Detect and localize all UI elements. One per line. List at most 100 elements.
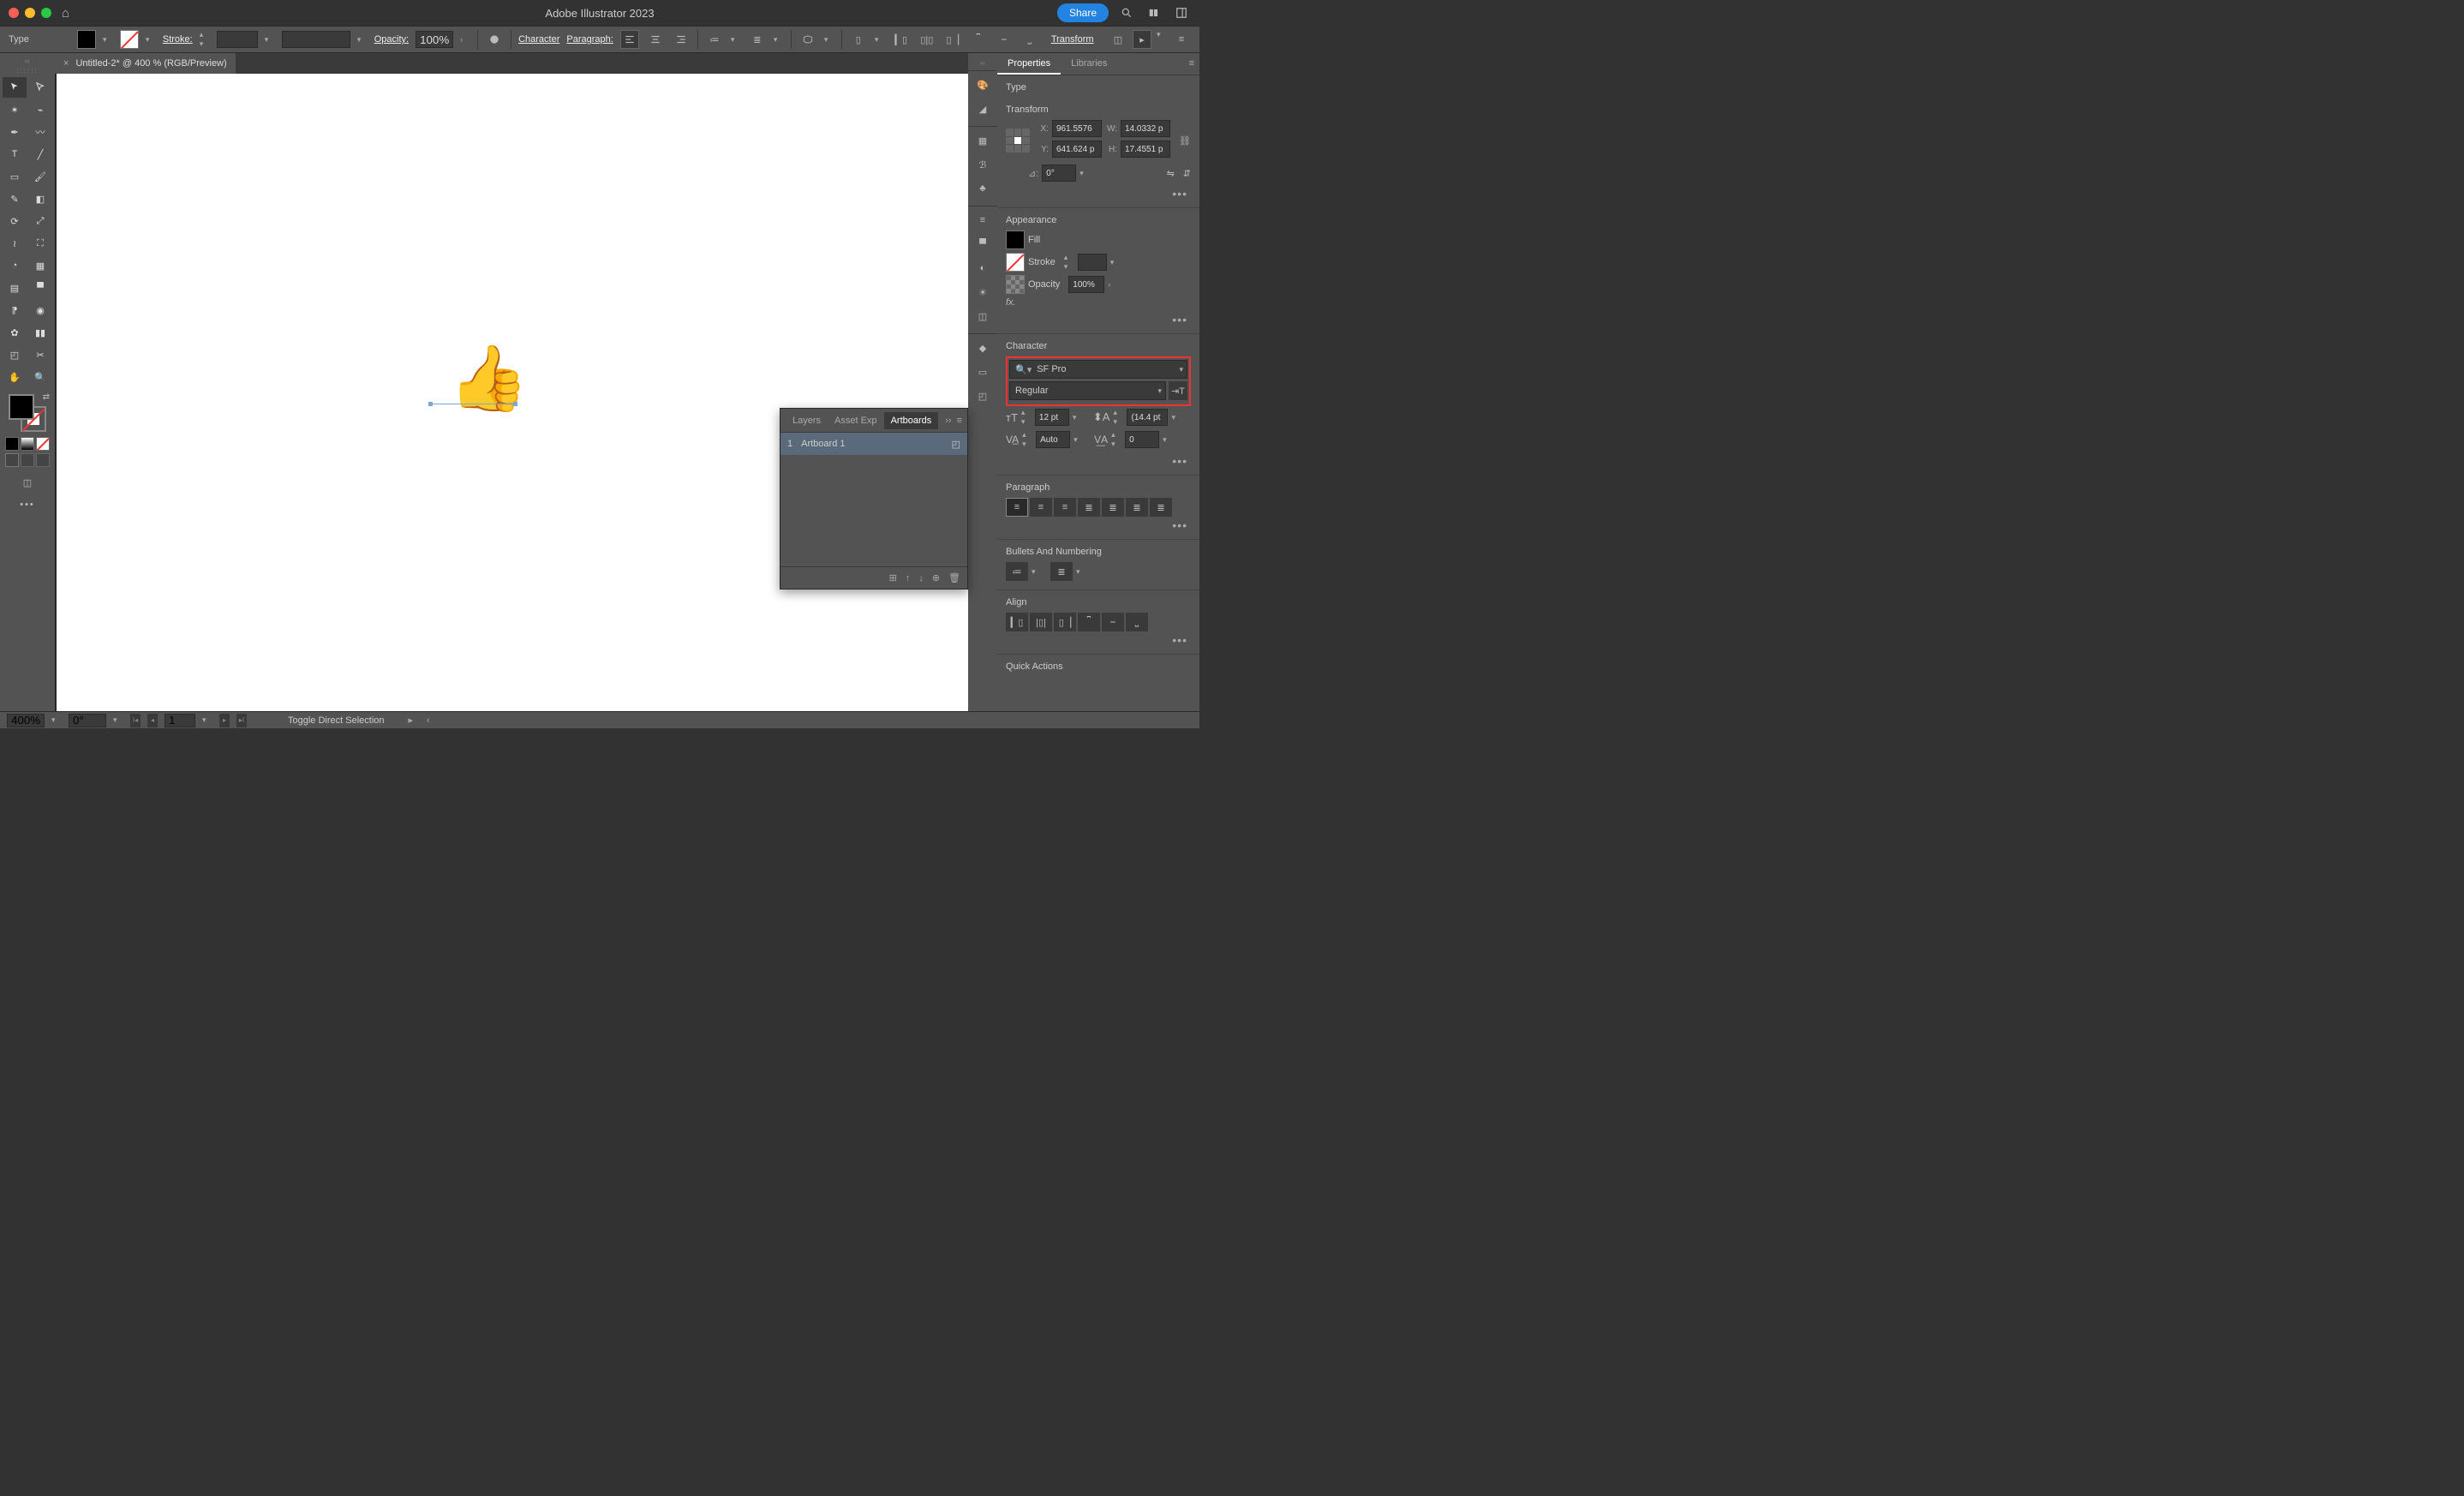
blend-tool[interactable]: ◉ [28, 300, 52, 320]
character-panel-link[interactable]: Character [518, 34, 559, 45]
paragraph-align-center-button[interactable] [646, 30, 665, 49]
slice-tool[interactable]: ✂ [28, 344, 52, 365]
symbols-panel-icon[interactable]: ♣ [972, 178, 993, 199]
font-family-select[interactable]: 🔍▾SF Pro▾ [1009, 360, 1187, 379]
kern-down[interactable]: ▾ [1022, 440, 1032, 449]
size-dd[interactable]: ▾ [1073, 413, 1083, 422]
opacity-swatch-prop[interactable] [1006, 275, 1025, 294]
y-input[interactable] [1052, 141, 1102, 158]
size-up[interactable]: ▴ [1021, 408, 1032, 417]
artboards-panel[interactable]: Layers Asset Exp Artboards ›› ≡ 1 Artboa… [780, 408, 968, 589]
font-size-input[interactable] [1035, 409, 1069, 426]
leading-input[interactable] [1127, 409, 1168, 426]
zoom-level-input[interactable] [7, 714, 45, 727]
stroke-dropdown-icon[interactable]: ▾ [146, 35, 156, 45]
magic-wand-tool[interactable]: ✶ [3, 99, 27, 120]
size-down[interactable]: ▾ [1021, 417, 1032, 427]
paragraph-align-left-button[interactable] [620, 30, 639, 49]
draw-inside-icon[interactable] [36, 453, 50, 467]
transform-more-icon[interactable]: ••• [1006, 185, 1191, 202]
para-align-right[interactable]: ≡ [1054, 498, 1076, 517]
align-vcenter-button[interactable]: ⎯ [1102, 613, 1124, 631]
arrange-documents-icon[interactable] [1145, 3, 1163, 22]
more-options-icon[interactable]: ≡ [1172, 30, 1191, 49]
last-artboard-icon[interactable]: ▸I [236, 714, 247, 727]
artboards-panel-icon[interactable]: ◰ [972, 386, 993, 406]
tracking-input[interactable] [1125, 431, 1159, 448]
document-tab[interactable]: × Untitled-2* @ 400 % (RGB/Preview) [55, 53, 236, 74]
rot-dd[interactable]: ▾ [113, 715, 123, 725]
share-button[interactable]: Share [1057, 3, 1109, 22]
transform-panel-link[interactable]: Transform [1051, 34, 1094, 45]
width-tool[interactable]: ≀ [3, 233, 27, 254]
align-dd[interactable]: ▾ [875, 35, 885, 45]
artboard-nav-input[interactable] [164, 714, 195, 727]
kerning-input[interactable] [1036, 431, 1070, 448]
reference-point-selector[interactable] [1006, 129, 1030, 153]
lasso-tool[interactable]: ⌁ [28, 99, 52, 120]
opacity-label[interactable]: Opacity [1028, 279, 1060, 290]
shaper-tool[interactable]: ✎ [3, 188, 27, 209]
align-to-selection-icon[interactable]: ▯ [849, 30, 868, 49]
tools-collapse-icon[interactable]: ‹‹ [25, 57, 30, 65]
rectangle-tool[interactable]: ▭ [3, 166, 27, 187]
para-justify-all[interactable]: ≣ [1150, 498, 1172, 517]
align-hcenter-icon[interactable]: ▯|▯ [918, 30, 936, 49]
opacity-panel-link[interactable]: Opacity: [374, 34, 409, 45]
kern-up[interactable]: ▴ [1022, 430, 1032, 440]
opacity-dd[interactable]: › [460, 35, 470, 44]
edit-toolbar-icon[interactable]: ••• [20, 500, 35, 510]
flip-horizontal-icon[interactable]: ⇋ [1167, 168, 1175, 179]
para-align-center[interactable]: ≡ [1030, 498, 1052, 517]
delete-artboard-icon[interactable]: 🗑 [948, 572, 960, 583]
fill-color-swatch[interactable] [9, 394, 34, 420]
kern-dd[interactable]: ▾ [1074, 435, 1084, 445]
para-align-left[interactable]: ≡ [1006, 498, 1028, 517]
track-dd[interactable]: ▾ [1163, 435, 1173, 445]
properties-tab[interactable]: Properties [997, 53, 1061, 75]
align-bottom-icon[interactable]: ⎵ [1020, 30, 1039, 49]
color-mode-none[interactable] [36, 437, 50, 451]
para-justify-center[interactable]: ≣ [1102, 498, 1124, 517]
number-list-dd[interactable]: ▾ [1076, 567, 1086, 577]
artboard-row[interactable]: 1 Artboard 1 ◰ [780, 433, 967, 455]
stroke-profile-dd[interactable]: ▾ [357, 35, 368, 45]
font-style-dd-icon[interactable]: ▾ [1157, 386, 1162, 396]
stroke-w-up[interactable]: ▴ [1064, 253, 1074, 262]
move-artboard-down-icon[interactable]: ↓ [918, 573, 924, 583]
color-mode-solid[interactable] [5, 437, 19, 451]
align-top-icon[interactable]: ⎴ [969, 30, 988, 49]
type-tool[interactable]: T [3, 144, 27, 165]
para-justify-right[interactable]: ≣ [1126, 498, 1148, 517]
fill-swatch[interactable] [77, 30, 96, 49]
screen-mode-icon[interactable]: ◫ [16, 474, 39, 491]
para-justify-left[interactable]: ≣ [1078, 498, 1100, 517]
stroke-panel-link[interactable]: Stroke: [163, 34, 193, 45]
pen-tool[interactable]: ✒ [3, 122, 27, 142]
gradient-tool[interactable]: ▀ [28, 278, 52, 298]
dock-collapse-icon[interactable]: ‹‹ [980, 58, 985, 67]
color-panel-icon[interactable]: 🎨 [972, 75, 993, 95]
perspective-tool[interactable]: ▦ [28, 255, 52, 276]
lead-down[interactable]: ▾ [1113, 417, 1123, 427]
h-input[interactable] [1121, 141, 1170, 158]
stroke-profile-input[interactable] [282, 31, 350, 48]
panel-collapse-icon[interactable]: ›› [945, 416, 951, 426]
zoom-tool[interactable]: 🔍 [28, 367, 52, 387]
opacity-prop-input[interactable] [1068, 276, 1104, 293]
track-down[interactable]: ▾ [1111, 440, 1121, 449]
fill-dropdown-icon[interactable]: ▾ [103, 35, 113, 45]
stroke-swatch[interactable] [120, 30, 139, 49]
rotation-dd[interactable]: ▾ [1079, 169, 1090, 178]
fill-stroke-control[interactable]: ⇄ [9, 394, 46, 432]
fill-swatch-prop[interactable] [1006, 230, 1025, 249]
align-right-icon[interactable]: ▯▕ [943, 30, 962, 49]
align-more-icon[interactable]: ••• [1006, 631, 1191, 649]
scale-tool[interactable]: ⤢ [28, 211, 52, 231]
rearrange-artboards-icon[interactable]: ⊞ [889, 572, 897, 583]
asset-export-panel-icon[interactable]: ▭ [972, 362, 993, 382]
symbol-sprayer-tool[interactable]: ✿ [3, 322, 27, 343]
align-hcenter-button[interactable]: |▯| [1030, 613, 1052, 631]
color-guide-panel-icon[interactable]: ◢ [972, 99, 993, 119]
paragraph-align-right-button[interactable] [672, 30, 691, 49]
